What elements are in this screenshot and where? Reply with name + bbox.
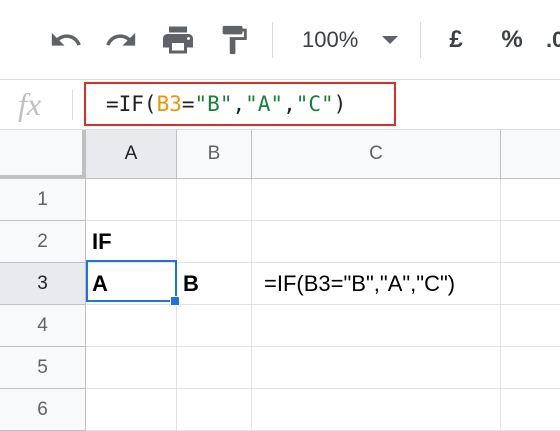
spreadsheet-grid: A B C 1 2 3 4 5 6 IF A B =IF(B3="B","A",… [0, 130, 560, 431]
decrease-decimal-button[interactable]: .0 [546, 20, 560, 60]
cell-b5[interactable] [177, 347, 252, 389]
cell-d3[interactable] [501, 263, 560, 305]
redo-button[interactable] [101, 20, 141, 60]
cell-a5[interactable] [86, 347, 177, 389]
column-header-a[interactable]: A [86, 130, 177, 179]
zoom-value: 100% [302, 27, 359, 52]
cell-b1[interactable] [177, 179, 252, 221]
cell-c4[interactable] [252, 305, 501, 347]
undo-button[interactable] [46, 20, 86, 60]
row-header-6[interactable]: 6 [0, 389, 86, 431]
column-header-d[interactable] [501, 130, 560, 179]
cell-c6[interactable] [252, 389, 501, 431]
currency-format-button[interactable]: £ [440, 20, 472, 60]
fill-handle[interactable] [170, 296, 180, 306]
formula-input[interactable]: =IF(B3 = "B", "A", "C") [84, 82, 396, 126]
row-header-5[interactable]: 5 [0, 347, 86, 389]
cell-c2[interactable] [252, 221, 501, 263]
cell-d6[interactable] [501, 389, 560, 431]
formula-token-str: "A" [245, 92, 284, 116]
decimal-icon: .0 [546, 27, 560, 52]
cell-a1[interactable] [86, 179, 177, 221]
print-button[interactable] [158, 20, 198, 60]
paint-format-button[interactable] [214, 20, 254, 60]
row-header-3[interactable]: 3 [0, 263, 86, 305]
print-icon [163, 26, 193, 54]
cell-d4[interactable] [501, 305, 560, 347]
undo-icon [51, 32, 81, 46]
cell-d5[interactable] [501, 347, 560, 389]
cell-a3[interactable]: A [86, 263, 177, 305]
formula-token-plain: = [181, 92, 195, 116]
cell-d1[interactable] [501, 179, 560, 221]
formula-token-str: "B" [194, 92, 233, 116]
formula-token-plain: , [232, 92, 246, 116]
chevron-down-icon [382, 36, 399, 44]
toolbar-divider [420, 22, 421, 58]
select-all-corner[interactable] [0, 130, 86, 179]
formula-token-plain: ) [333, 92, 347, 116]
formula-bar: fx =IF(B3 = "B", "A", "C") [0, 80, 560, 130]
formula-token-ref: B3 [156, 92, 182, 116]
zoom-select[interactable]: 100% [288, 20, 410, 60]
cell-b3[interactable]: B [177, 263, 252, 305]
formula-token-plain: =IF( [106, 92, 157, 116]
percent-format-button[interactable]: % [496, 20, 528, 60]
cell-c3[interactable]: =IF(B3="B","A","C") [252, 263, 501, 305]
row-header-4[interactable]: 4 [0, 305, 86, 347]
redo-icon [106, 32, 136, 46]
cell-a4[interactable] [86, 305, 177, 347]
formula-token-plain: , [283, 92, 296, 116]
cell-c5[interactable] [252, 347, 501, 389]
column-header-b[interactable]: B [177, 130, 252, 179]
cell-b4[interactable] [177, 305, 252, 347]
paint-format-icon [222, 25, 247, 55]
toolbar-divider [272, 22, 273, 58]
cell-b2[interactable] [177, 221, 252, 263]
cell-b6[interactable] [177, 389, 252, 431]
cell-a6[interactable] [86, 389, 177, 431]
cell-a2[interactable]: IF [86, 221, 177, 263]
row-header-1[interactable]: 1 [0, 179, 86, 221]
column-header-c[interactable]: C [252, 130, 501, 179]
cell-d2[interactable] [501, 221, 560, 263]
cell-c1[interactable] [252, 179, 501, 221]
formula-bar-divider [72, 90, 73, 120]
row-header-2[interactable]: 2 [0, 221, 86, 263]
toolbar: 100% £ % .0 [0, 0, 560, 80]
fx-icon: fx [18, 86, 42, 122]
formula-token-str: "C" [295, 92, 334, 116]
